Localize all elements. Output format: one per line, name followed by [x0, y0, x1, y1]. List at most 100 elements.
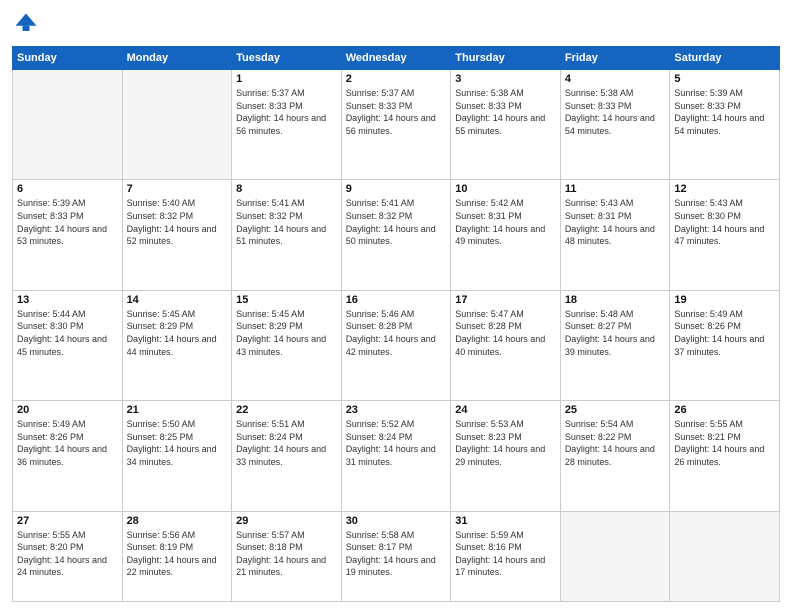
day-number: 8 — [236, 183, 337, 195]
day-detail: Sunrise: 5:56 AMSunset: 8:19 PMDaylight:… — [127, 529, 228, 579]
day-number: 16 — [346, 294, 447, 306]
day-detail: Sunrise: 5:39 AMSunset: 8:33 PMDaylight:… — [17, 197, 118, 247]
calendar-cell: 3 Sunrise: 5:38 AMSunset: 8:33 PMDaylight… — [451, 70, 561, 180]
day-number: 4 — [565, 73, 666, 85]
day-detail: Sunrise: 5:58 AMSunset: 8:17 PMDaylight:… — [346, 529, 447, 579]
calendar-cell: 19 Sunrise: 5:49 AMSunset: 8:26 PMDayligh… — [670, 290, 780, 400]
calendar-cell: 22 Sunrise: 5:51 AMSunset: 8:24 PMDayligh… — [232, 401, 342, 511]
day-detail: Sunrise: 5:43 AMSunset: 8:31 PMDaylight:… — [565, 197, 666, 247]
day-number: 28 — [127, 515, 228, 527]
calendar-cell: 9 Sunrise: 5:41 AMSunset: 8:32 PMDaylight… — [341, 180, 451, 290]
calendar-cell: 30 Sunrise: 5:58 AMSunset: 8:17 PMDayligh… — [341, 511, 451, 601]
day-number: 17 — [455, 294, 556, 306]
calendar-cell: 8 Sunrise: 5:41 AMSunset: 8:32 PMDaylight… — [232, 180, 342, 290]
calendar-cell: 28 Sunrise: 5:56 AMSunset: 8:19 PMDayligh… — [122, 511, 232, 601]
calendar-cell: 14 Sunrise: 5:45 AMSunset: 8:29 PMDayligh… — [122, 290, 232, 400]
day-number: 19 — [674, 294, 775, 306]
calendar-cell: 20 Sunrise: 5:49 AMSunset: 8:26 PMDayligh… — [13, 401, 123, 511]
day-detail: Sunrise: 5:41 AMSunset: 8:32 PMDaylight:… — [236, 197, 337, 247]
calendar-cell: 1 Sunrise: 5:37 AMSunset: 8:33 PMDaylight… — [232, 70, 342, 180]
day-detail: Sunrise: 5:39 AMSunset: 8:33 PMDaylight:… — [674, 87, 775, 137]
day-number: 22 — [236, 404, 337, 416]
day-detail: Sunrise: 5:38 AMSunset: 8:33 PMDaylight:… — [565, 87, 666, 137]
day-detail: Sunrise: 5:37 AMSunset: 8:33 PMDaylight:… — [346, 87, 447, 137]
day-number: 2 — [346, 73, 447, 85]
day-detail: Sunrise: 5:45 AMSunset: 8:29 PMDaylight:… — [236, 308, 337, 358]
col-wednesday: Wednesday — [341, 47, 451, 70]
calendar-cell: 13 Sunrise: 5:44 AMSunset: 8:30 PMDayligh… — [13, 290, 123, 400]
day-detail: Sunrise: 5:57 AMSunset: 8:18 PMDaylight:… — [236, 529, 337, 579]
day-number: 5 — [674, 73, 775, 85]
day-number: 14 — [127, 294, 228, 306]
day-detail: Sunrise: 5:50 AMSunset: 8:25 PMDaylight:… — [127, 418, 228, 468]
day-number: 10 — [455, 183, 556, 195]
day-detail: Sunrise: 5:47 AMSunset: 8:28 PMDaylight:… — [455, 308, 556, 358]
day-number: 29 — [236, 515, 337, 527]
calendar-cell: 12Sunrise: 5:43 AMSunset: 8:30 PMDayligh… — [670, 180, 780, 290]
calendar-cell: 10Sunrise: 5:42 AMSunset: 8:31 PMDayligh… — [451, 180, 561, 290]
col-thursday: Thursday — [451, 47, 561, 70]
calendar-cell: 17 Sunrise: 5:47 AMSunset: 8:28 PMDayligh… — [451, 290, 561, 400]
calendar-cell: 31Sunrise: 5:59 AMSunset: 8:16 PMDayligh… — [451, 511, 561, 601]
day-detail: Sunrise: 5:51 AMSunset: 8:24 PMDaylight:… — [236, 418, 337, 468]
calendar-cell — [670, 511, 780, 601]
calendar-cell: 2 Sunrise: 5:37 AMSunset: 8:33 PMDaylight… — [341, 70, 451, 180]
day-detail: Sunrise: 5:48 AMSunset: 8:27 PMDaylight:… — [565, 308, 666, 358]
day-detail: Sunrise: 5:54 AMSunset: 8:22 PMDaylight:… — [565, 418, 666, 468]
calendar-cell: 7 Sunrise: 5:40 AMSunset: 8:32 PMDaylight… — [122, 180, 232, 290]
day-detail: Sunrise: 5:49 AMSunset: 8:26 PMDaylight:… — [674, 308, 775, 358]
calendar-cell: 4 Sunrise: 5:38 AMSunset: 8:33 PMDaylight… — [560, 70, 670, 180]
calendar-cell: 25 Sunrise: 5:54 AMSunset: 8:22 PMDayligh… — [560, 401, 670, 511]
col-tuesday: Tuesday — [232, 47, 342, 70]
page: Sunday Monday Tuesday Wednesday Thursday… — [0, 0, 792, 612]
day-detail: Sunrise: 5:37 AMSunset: 8:33 PMDaylight:… — [236, 87, 337, 137]
day-detail: Sunrise: 5:46 AMSunset: 8:28 PMDaylight:… — [346, 308, 447, 358]
calendar-cell: 18Sunrise: 5:48 AMSunset: 8:27 PMDayligh… — [560, 290, 670, 400]
col-friday: Friday — [560, 47, 670, 70]
day-detail: Sunrise: 5:53 AMSunset: 8:23 PMDaylight:… — [455, 418, 556, 468]
calendar-header-row: Sunday Monday Tuesday Wednesday Thursday… — [13, 47, 780, 70]
col-monday: Monday — [122, 47, 232, 70]
calendar-cell — [122, 70, 232, 180]
calendar-cell: 27 Sunrise: 5:55 AMSunset: 8:20 PMDayligh… — [13, 511, 123, 601]
day-number: 21 — [127, 404, 228, 416]
day-detail: Sunrise: 5:40 AMSunset: 8:32 PMDaylight:… — [127, 197, 228, 247]
calendar-cell — [560, 511, 670, 601]
col-sunday: Sunday — [13, 47, 123, 70]
calendar-cell: 11 Sunrise: 5:43 AMSunset: 8:31 PMDayligh… — [560, 180, 670, 290]
day-detail: Sunrise: 5:41 AMSunset: 8:32 PMDaylight:… — [346, 197, 447, 247]
day-detail: Sunrise: 5:55 AMSunset: 8:20 PMDaylight:… — [17, 529, 118, 579]
day-detail: Sunrise: 5:49 AMSunset: 8:26 PMDaylight:… — [17, 418, 118, 468]
calendar-cell: 15 Sunrise: 5:45 AMSunset: 8:29 PMDayligh… — [232, 290, 342, 400]
day-number: 11 — [565, 183, 666, 195]
logo — [12, 10, 44, 38]
calendar-cell: 6 Sunrise: 5:39 AMSunset: 8:33 PMDaylight… — [13, 180, 123, 290]
day-detail: Sunrise: 5:44 AMSunset: 8:30 PMDaylight:… — [17, 308, 118, 358]
day-detail: Sunrise: 5:43 AMSunset: 8:30 PMDaylight:… — [674, 197, 775, 247]
day-number: 6 — [17, 183, 118, 195]
calendar-cell: 23Sunrise: 5:52 AMSunset: 8:24 PMDayligh… — [341, 401, 451, 511]
day-number: 30 — [346, 515, 447, 527]
day-number: 1 — [236, 73, 337, 85]
calendar-cell: 21 Sunrise: 5:50 AMSunset: 8:25 PMDayligh… — [122, 401, 232, 511]
day-detail: Sunrise: 5:45 AMSunset: 8:29 PMDaylight:… — [127, 308, 228, 358]
day-detail: Sunrise: 5:38 AMSunset: 8:33 PMDaylight:… — [455, 87, 556, 137]
col-saturday: Saturday — [670, 47, 780, 70]
calendar-cell: 5 Sunrise: 5:39 AMSunset: 8:33 PMDaylight… — [670, 70, 780, 180]
calendar-cell: 26Sunrise: 5:55 AMSunset: 8:21 PMDayligh… — [670, 401, 780, 511]
calendar-cell: 16 Sunrise: 5:46 AMSunset: 8:28 PMDayligh… — [341, 290, 451, 400]
day-number: 27 — [17, 515, 118, 527]
day-number: 3 — [455, 73, 556, 85]
day-number: 26 — [674, 404, 775, 416]
logo-icon — [12, 10, 40, 38]
day-number: 23 — [346, 404, 447, 416]
header — [12, 10, 780, 38]
day-number: 7 — [127, 183, 228, 195]
day-number: 13 — [17, 294, 118, 306]
day-number: 24 — [455, 404, 556, 416]
day-number: 9 — [346, 183, 447, 195]
day-number: 25 — [565, 404, 666, 416]
day-number: 31 — [455, 515, 556, 527]
day-number: 20 — [17, 404, 118, 416]
day-number: 15 — [236, 294, 337, 306]
